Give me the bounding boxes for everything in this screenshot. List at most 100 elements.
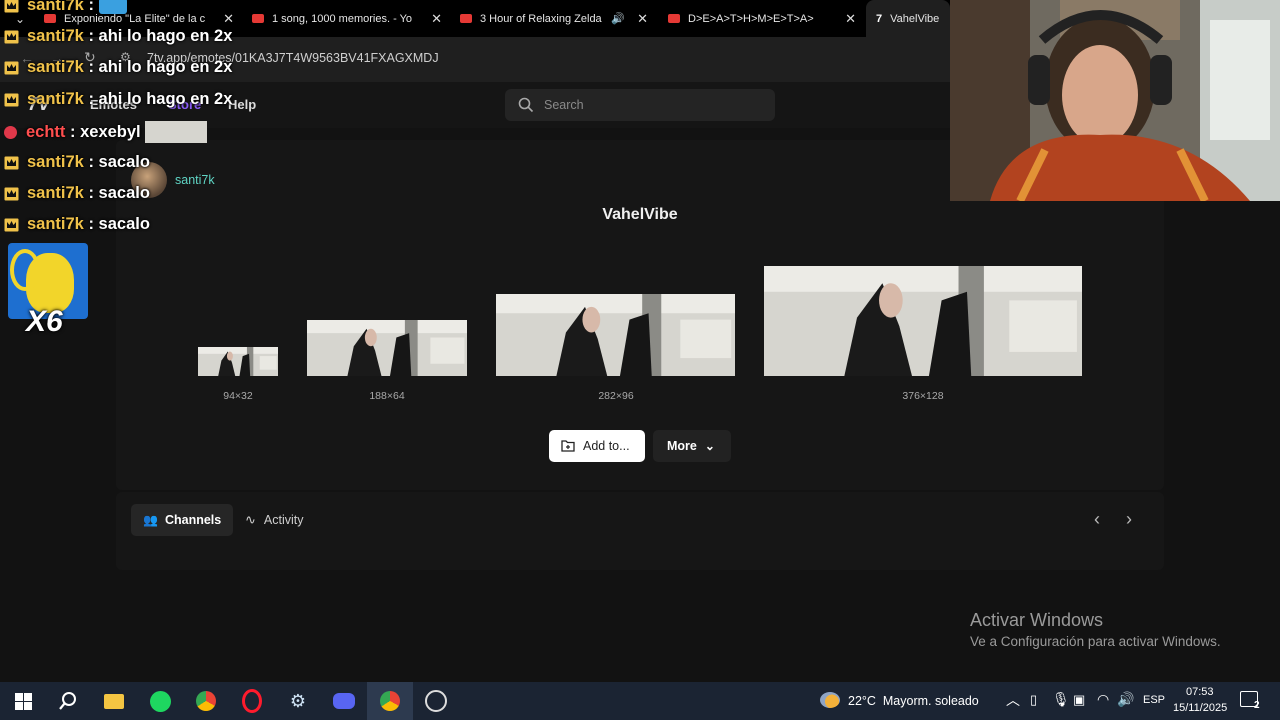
language-indicator[interactable]: ESP — [1143, 694, 1165, 706]
size-label-3x: 282×96 — [598, 390, 634, 402]
windows-activation-watermark: Activar Windows Ve a Configuración para … — [970, 610, 1221, 649]
size-label-2x: 188×64 — [369, 390, 405, 402]
chat-message: ahi lo hago en 2x — [98, 27, 233, 45]
more-label: More — [667, 439, 697, 453]
close-tab-icon[interactable]: ✕ — [431, 11, 442, 27]
display-icon[interactable]: ▣ — [1073, 692, 1085, 708]
tab-title: VahelVibe — [890, 12, 940, 25]
chat-line: echtt : xexebyl — [4, 121, 207, 143]
chat-username: santi7k — [27, 215, 84, 233]
chat-username: santi7k — [27, 184, 84, 202]
wifi-icon[interactable]: ◠ — [1097, 691, 1109, 708]
tab-channels[interactable]: 👥 Channels — [131, 504, 233, 536]
microphone-icon[interactable]: 🎙 — [1052, 691, 1070, 708]
taskbar-chrome-active[interactable] — [367, 682, 413, 720]
taskbar-chrome[interactable] — [183, 682, 229, 720]
youtube-icon — [460, 14, 472, 23]
chat-username: santi7k — [27, 58, 84, 76]
add-to-button[interactable]: Add to... — [549, 430, 645, 462]
chat-emote-icon — [98, 0, 127, 14]
previous-page-icon[interactable]: ‹ — [1094, 509, 1100, 530]
tab-activity-label: Activity — [263, 513, 304, 527]
taskbar-obs[interactable] — [413, 682, 459, 720]
activity-icon: ∿ — [245, 512, 256, 527]
chrome-icon — [196, 691, 216, 711]
windows-taskbar: ⚙ 22°C Mayorm. soleado ︿ ▯ 🎙 ▣ ◠ 🔊 ESP 0… — [0, 682, 1280, 720]
folder-plus-icon — [561, 440, 575, 452]
tab-title: D>E>A>T>H>M>E>T>A> — [688, 12, 814, 25]
chat-username: santi7k — [27, 90, 84, 108]
emote-preview-3x[interactable] — [496, 294, 735, 376]
chat-emote-icon — [144, 121, 207, 143]
chrome-icon — [380, 691, 400, 711]
windows-logo-icon — [14, 692, 32, 710]
webcam-overlay — [950, 0, 1280, 201]
tab-activity[interactable]: ∿ Activity — [237, 504, 327, 536]
chat-separator: : — [83, 0, 99, 14]
chat-username: santi7k — [27, 153, 84, 171]
add-to-label: Add to... — [583, 439, 630, 453]
chat-line: santi7k : ahi lo hago en 2x — [4, 58, 232, 77]
chat-line: santi7k : — [4, 0, 127, 15]
search-placeholder: Search — [544, 98, 584, 112]
emote-multiplier: X6 — [26, 305, 63, 338]
more-button[interactable]: More ⌄ — [653, 430, 731, 462]
size-label-1x: 94×32 — [223, 390, 253, 402]
taskbar-file-explorer[interactable] — [91, 682, 137, 720]
tab-2[interactable]: 3 Hour of Relaxing Zelda 🔊 ✕ — [460, 0, 648, 37]
meet-now-icon[interactable]: ▯ — [1030, 692, 1037, 708]
crown-icon — [4, 93, 19, 106]
next-page-icon[interactable]: › — [1126, 509, 1132, 530]
taskbar-opera[interactable] — [229, 682, 275, 720]
taskbar-spotify[interactable] — [137, 682, 183, 720]
search-icon — [59, 692, 76, 710]
notification-count: 2 — [1254, 700, 1260, 711]
stream-chat-overlay: santi7k : santi7k : ahi lo hago en 2x sa… — [0, 0, 300, 240]
close-tab-icon[interactable]: ✕ — [845, 11, 856, 27]
chat-message: sacalo — [98, 153, 150, 171]
clock-date[interactable]: 15/11/2025 — [1173, 702, 1227, 714]
taskbar-steam[interactable]: ⚙ — [275, 682, 321, 720]
search-input[interactable]: Search — [505, 89, 775, 121]
chat-separator: : — [83, 153, 99, 171]
taskbar-discord[interactable] — [321, 682, 367, 720]
activation-title: Activar Windows — [970, 610, 1104, 630]
chat-line: santi7k : sacalo — [4, 215, 150, 234]
chat-separator: : — [83, 27, 99, 45]
clock-time[interactable]: 07:53 — [1186, 686, 1214, 698]
crown-icon — [4, 187, 19, 200]
chat-username: santi7k — [27, 0, 84, 14]
users-icon: 👥 — [143, 513, 158, 527]
chat-separator: : — [83, 184, 99, 202]
crown-icon — [4, 218, 19, 231]
chat-line: santi7k : ahi lo hago en 2x — [4, 90, 232, 109]
start-button[interactable] — [0, 682, 46, 720]
chevron-up-icon[interactable]: ︿ — [1006, 690, 1020, 710]
chat-username: santi7k — [27, 27, 84, 45]
speaker-icon[interactable]: 🔊 — [611, 12, 625, 25]
emote-combo-overlay: X6 — [8, 243, 88, 343]
tab-4-active[interactable]: 7 VahelVibe — [866, 0, 950, 37]
tab-3[interactable]: D>E>A>T>H>M>E>T>A> ✕ — [668, 0, 856, 37]
close-tab-icon[interactable]: ✕ — [637, 11, 648, 27]
chat-message: sacalo — [98, 184, 150, 202]
7tv-logo-icon: 7 — [876, 12, 883, 25]
crown-icon — [4, 0, 19, 12]
taskbar-search-button[interactable] — [45, 682, 91, 720]
emote-preview-4x[interactable] — [764, 266, 1082, 376]
chat-line: santi7k : sacalo — [4, 153, 150, 172]
volume-icon[interactable]: 🔊 — [1117, 691, 1134, 708]
steam-icon: ⚙ — [289, 690, 307, 711]
emote-preview-2x[interactable] — [307, 320, 467, 376]
folder-icon — [104, 693, 124, 709]
search-icon — [518, 97, 534, 113]
crown-icon — [4, 61, 19, 74]
weather-text[interactable]: 22°C Mayorm. soleado — [848, 694, 979, 708]
emote-preview-1x[interactable] — [198, 347, 278, 376]
chat-username: echtt — [26, 122, 66, 141]
badge-icon — [4, 125, 17, 139]
crown-icon — [4, 30, 19, 43]
size-label-4x: 376×128 — [902, 390, 944, 402]
chat-separator: : — [83, 215, 99, 233]
weather-icon — [820, 692, 840, 708]
